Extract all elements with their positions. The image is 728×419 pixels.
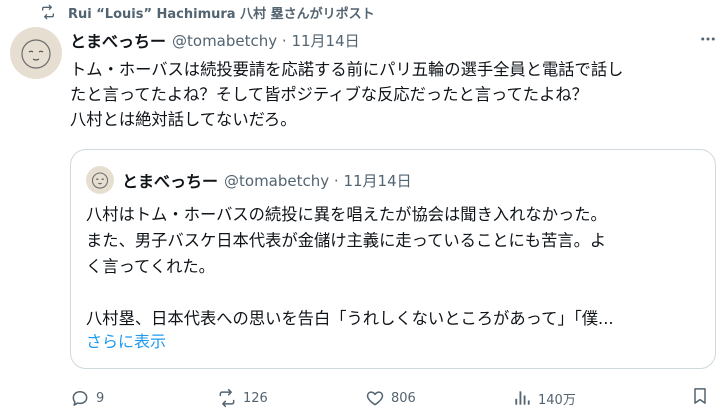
quoted-display-name: とまべっちー	[122, 172, 219, 191]
quoted-header: とまべっちー @tomabetchy · 11月14日	[122, 168, 412, 192]
tweet-header: とまべっちー @tomabetchy · 11月14日	[70, 28, 360, 52]
quoted-text-line	[86, 280, 702, 306]
quoted-text-line: 八村はトム・ホーバスの続投に異を唱えたが協会は聞き入れなかった。	[86, 205, 607, 224]
views-icon	[512, 388, 532, 408]
tweet-text-line: たと言ってたよね？そして皆ポジティブな反応だったと言ってたよね？	[70, 85, 588, 104]
like-button[interactable]: 806	[365, 385, 416, 411]
views-button[interactable]: 140万	[512, 385, 576, 411]
reply-button[interactable]: 9	[70, 385, 104, 411]
avatar[interactable]	[10, 27, 62, 79]
more-icon[interactable]	[698, 29, 718, 49]
quoted-text: 八村はトム・ホーバスの続投に異を唱えたが協会は聞き入れなかった。 また、男子バス…	[86, 202, 702, 332]
tweet-text-line: トム・ホーバスは続投要請を応諾する前にパリ五輪の選手全員と電話で話し	[70, 60, 624, 79]
quoted-handle-date: @tomabetchy · 11月14日	[224, 171, 412, 190]
display-name[interactable]: とまべっちー	[70, 28, 166, 52]
quoted-text-line: く言ってくれた。	[86, 257, 215, 276]
repost-button[interactable]: 126	[217, 385, 268, 411]
bookmark-button[interactable]	[690, 385, 710, 411]
bookmark-icon	[690, 386, 710, 410]
view-count: 140万	[538, 392, 576, 408]
action-bar: 9 126 806 140万	[70, 385, 720, 411]
repost-icon	[40, 4, 56, 20]
heart-icon	[365, 388, 385, 408]
reply-count: 9	[96, 390, 105, 406]
quoted-text-line: 八村塁、日本代表への思いを告白「うれしくないところがあって」「僕...	[86, 309, 614, 328]
repost-indicator[interactable]: Rui “Louis” Hachimura 八村 塁さんがリポスト	[40, 2, 375, 22]
tweet-text: トム・ホーバスは続投要請を応諾する前にパリ五輪の選手全員と電話で話し たと言って…	[70, 57, 715, 132]
repost-label: Rui “Louis” Hachimura 八村 塁さんがリポスト	[68, 6, 375, 22]
quoted-avatar	[86, 166, 114, 194]
reply-icon	[70, 388, 90, 408]
handle-date[interactable]: @tomabetchy · 11月14日	[172, 30, 360, 51]
quoted-tweet[interactable]: とまべっちー @tomabetchy · 11月14日 八村はトム・ホーバスの続…	[70, 149, 716, 369]
tweet-text-line: 八村とは絶対話してないだろ。	[70, 110, 297, 129]
quoted-text-line: また、男子バスケ日本代表が金儲け主義に走っていることにも苦言。よ	[86, 231, 607, 250]
repost-icon	[217, 388, 237, 408]
show-more-link[interactable]: さらに表示	[86, 330, 166, 354]
like-count: 806	[391, 390, 416, 406]
repost-count: 126	[243, 390, 268, 406]
